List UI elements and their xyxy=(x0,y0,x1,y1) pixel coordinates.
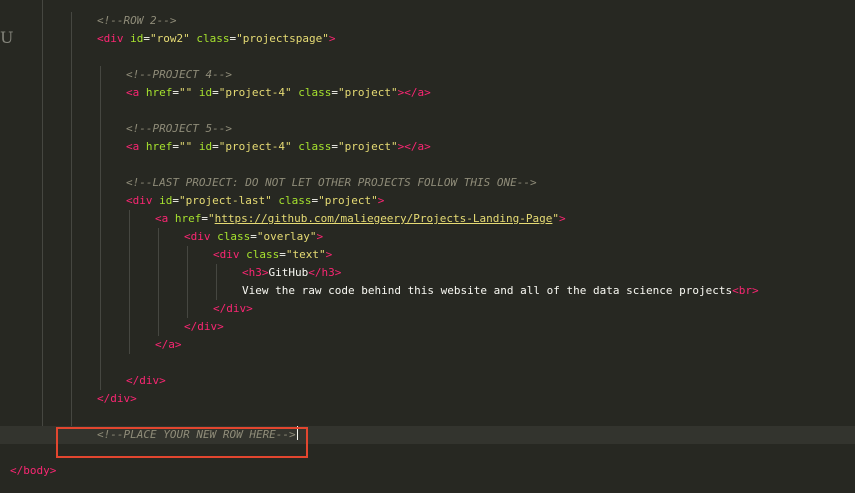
code-token-tag: <div xyxy=(126,194,153,207)
code-token-tag: > xyxy=(559,212,566,225)
code-line[interactable]: <div class="text"> xyxy=(0,246,855,264)
code-token-tag: <h3> xyxy=(242,266,269,279)
code-editor[interactable]: U <!--ROW 2--> <div id="row2" class="proj… xyxy=(0,0,855,493)
code-token-punct: = xyxy=(212,140,219,153)
code-token-string: "" xyxy=(179,86,193,99)
code-token-tag: ></a> xyxy=(397,140,431,153)
code-line[interactable]: View the raw code behind this website an… xyxy=(0,282,855,300)
code-token-tag: <div xyxy=(97,32,124,45)
code-token-comment: <!--PROJECT 4--> xyxy=(126,68,232,81)
code-token-string: "row2" xyxy=(150,32,190,45)
code-token-string: " xyxy=(208,212,215,225)
code-line[interactable] xyxy=(0,156,855,174)
code-token-string: "project" xyxy=(318,194,378,207)
code-line[interactable]: </div> xyxy=(0,318,855,336)
code-token-punct: = xyxy=(201,212,208,225)
code-token-tag: </h3> xyxy=(308,266,342,279)
code-token-tag: ></a> xyxy=(397,86,431,99)
code-token-attr: class xyxy=(278,194,312,207)
code-token-attr: id xyxy=(130,32,144,45)
code-token-punct: = xyxy=(279,248,286,261)
code-token-string: "" xyxy=(179,140,193,153)
code-token-punct: = xyxy=(172,140,179,153)
code-token-string: "project" xyxy=(337,86,398,99)
code-token-tag: <div xyxy=(184,230,211,243)
code-token-attr: class xyxy=(246,248,280,261)
code-token-punct: = xyxy=(331,86,338,99)
code-token-tag: </body> xyxy=(10,464,57,477)
code-line[interactable]: <!--PROJECT 4--> xyxy=(0,66,855,84)
code-line[interactable]: <!--PROJECT 5--> xyxy=(0,120,855,138)
code-token-punct: = xyxy=(331,140,338,153)
code-line[interactable]: <div id="row2" class="projectspage"> xyxy=(0,30,855,48)
code-line[interactable]: </body> xyxy=(0,462,855,480)
code-token-tag: </div> xyxy=(213,302,253,315)
code-token-string: "projectspage" xyxy=(236,32,329,45)
code-token-tag: </div> xyxy=(97,392,137,405)
code-line[interactable]: <a href="https://github.com/maliegeery/P… xyxy=(0,210,855,228)
code-line[interactable]: <a href="" id="project-4" class="project… xyxy=(0,84,855,102)
code-token-tag: > xyxy=(377,194,385,207)
code-token-attr: id xyxy=(159,194,173,207)
code-token-punct: = xyxy=(250,230,257,243)
code-token-punct: = xyxy=(143,32,150,45)
code-line[interactable]: <a href="" id="project-4" class="project… xyxy=(0,138,855,156)
code-token-string: "project-last" xyxy=(179,194,272,207)
code-token-attr: class xyxy=(298,140,332,153)
code-token-comment: <!--LAST PROJECT: DO NOT LET OTHER PROJE… xyxy=(126,176,537,189)
code-token-attr: id xyxy=(198,86,213,99)
code-line[interactable] xyxy=(0,48,855,66)
code-token-punct xyxy=(192,86,199,99)
code-token-attr: class xyxy=(217,230,251,243)
code-line[interactable]: <div id="project-last" class="project"> xyxy=(0,192,855,210)
code-token-punct xyxy=(139,140,146,153)
code-token-attr: id xyxy=(198,140,213,153)
code-token-comment: <!--PROJECT 5--> xyxy=(126,122,232,135)
code-token-punct: = xyxy=(172,194,179,207)
code-token-punct: = xyxy=(212,86,219,99)
code-token-string: "overlay" xyxy=(256,230,317,243)
code-token-attr: href xyxy=(174,212,202,225)
code-token-string: "project-4" xyxy=(218,140,292,153)
code-token-attr: class xyxy=(196,32,230,45)
code-token-text: GitHub xyxy=(268,266,309,279)
code-token-punct xyxy=(192,140,199,153)
code-line[interactable]: <!--LAST PROJECT: DO NOT LET OTHER PROJE… xyxy=(0,174,855,192)
code-token-tag: <div xyxy=(213,248,240,261)
code-token-comment: <!--ROW 2--> xyxy=(97,14,177,27)
code-line[interactable]: </div> xyxy=(0,372,855,390)
code-token-tag: > xyxy=(325,248,333,261)
code-line[interactable]: </a> xyxy=(0,336,855,354)
code-token-tag: <br> xyxy=(732,284,759,297)
code-token-tag: <a xyxy=(126,140,140,153)
code-token-tag: > xyxy=(328,32,336,45)
code-token-attr: href xyxy=(145,86,173,99)
code-token-punct xyxy=(168,212,175,225)
code-token-string: "project-4" xyxy=(218,86,292,99)
code-token-punct xyxy=(139,86,146,99)
code-token-tag: > xyxy=(316,230,324,243)
code-line[interactable] xyxy=(0,102,855,120)
code-line[interactable] xyxy=(0,408,855,426)
code-line[interactable]: <div class="overlay"> xyxy=(0,228,855,246)
code-token-tag: </a> xyxy=(155,338,182,351)
code-token-punct: = xyxy=(172,86,179,99)
code-line[interactable]: </div> xyxy=(0,390,855,408)
highlight-box xyxy=(56,427,308,458)
code-line[interactable]: <h3>GitHub</h3> xyxy=(0,264,855,282)
code-line[interactable] xyxy=(0,354,855,372)
code-token-attr: class xyxy=(298,86,332,99)
code-line[interactable]: </div> xyxy=(0,300,855,318)
code-token-attr: href xyxy=(145,140,173,153)
code-token-string: "text" xyxy=(285,248,326,261)
code-line[interactable]: <!--ROW 2--> xyxy=(0,12,855,30)
code-token-tag: </div> xyxy=(184,320,224,333)
code-token-text: View the raw code behind this website an… xyxy=(242,284,733,297)
code-token-tag: </div> xyxy=(126,374,166,387)
code-token-string: "project" xyxy=(337,140,398,153)
code-token-link[interactable]: https://github.com/maliegeery/Projects-L… xyxy=(215,212,553,225)
code-token-tag: <a xyxy=(155,212,169,225)
code-token-tag: <a xyxy=(126,86,140,99)
